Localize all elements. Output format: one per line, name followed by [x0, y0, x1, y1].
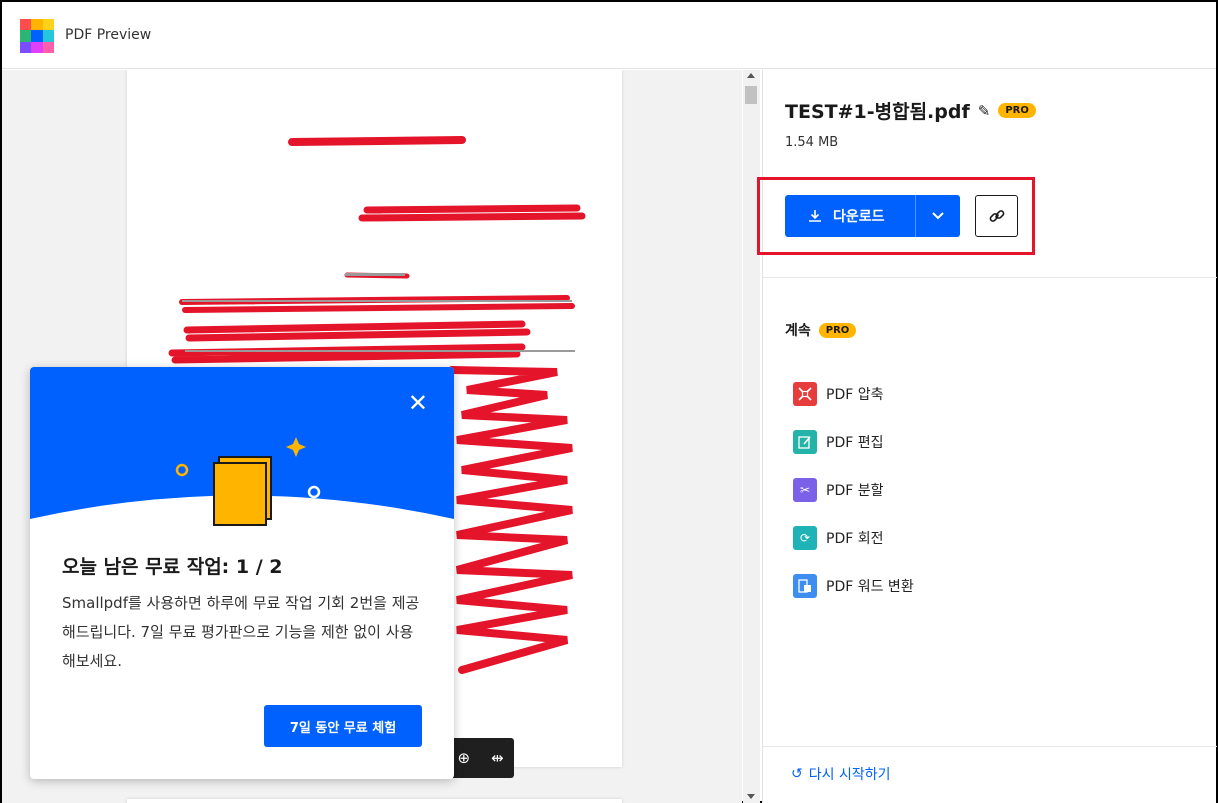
- app-header: PDF Preview: [2, 2, 1216, 69]
- scroll-thumb[interactable]: [745, 86, 757, 104]
- tool-label: PDF 편집: [826, 435, 884, 451]
- file-title-row: TEST#1-병합됨.pdf ✎ PRO: [785, 97, 1036, 124]
- tool-split[interactable]: ✂ PDF 분할: [793, 466, 914, 514]
- logo-tile: [42, 19, 54, 31]
- download-button-group: 다운로드: [785, 195, 960, 237]
- logo-tile: [20, 19, 32, 31]
- tool-label: PDF 워드 변환: [826, 579, 914, 595]
- zoom-in-icon[interactable]: ⊕: [457, 749, 470, 767]
- tool-rotate[interactable]: ⟳ PDF 회전: [793, 514, 914, 562]
- pdf-page-2: [127, 799, 622, 803]
- edit-icon: [793, 430, 817, 454]
- tool-label: PDF 회전: [826, 531, 884, 547]
- tool-compress[interactable]: PDF 압축: [793, 370, 914, 418]
- logo-tile: [42, 30, 54, 42]
- logo-tile: [31, 19, 43, 31]
- zoom-toolbar: ⊕ ⇹: [447, 738, 514, 778]
- continue-label: 계속: [785, 323, 811, 339]
- close-icon[interactable]: ✕: [408, 391, 428, 415]
- logo-tile: [20, 30, 32, 42]
- chevron-down-icon: [932, 212, 944, 220]
- tool-label: PDF 압축: [826, 387, 884, 403]
- divider: [763, 277, 1217, 278]
- download-button[interactable]: 다운로드: [785, 195, 916, 237]
- scroll-up-icon[interactable]: [747, 73, 755, 78]
- download-icon: [809, 210, 821, 222]
- free-tasks-popup: ✕ 오늘 남은 무료 작업: 1 / 2 Smallpdf를 사용하면 하루에 …: [30, 367, 454, 779]
- pro-badge: PRO: [998, 103, 1036, 118]
- app-title: PDF Preview: [65, 27, 152, 43]
- restart-link[interactable]: ↺ 다시 시작하기: [791, 764, 890, 784]
- free-trial-button[interactable]: 7일 동안 무료 체험: [264, 705, 422, 747]
- download-options-button[interactable]: [916, 195, 960, 237]
- tool-word-convert[interactable]: PDF 워드 변환: [793, 562, 914, 610]
- pro-badge: PRO: [818, 322, 857, 338]
- tool-list: PDF 압축 PDF 편집 ✂ PDF 분할 ⟳ PDF 회전 PDF 워드 변…: [793, 370, 914, 610]
- scissors-icon: ✂: [793, 478, 817, 502]
- smallpdf-logo: [20, 19, 54, 53]
- compress-icon: [793, 382, 817, 406]
- fit-width-icon[interactable]: ⇹: [491, 749, 504, 767]
- restart-icon: ↺: [791, 766, 803, 782]
- file-size: 1.54 MB: [785, 135, 839, 150]
- logo-tile: [20, 41, 32, 53]
- restart-label: 다시 시작하기: [808, 767, 891, 783]
- rotate-icon: ⟳: [793, 526, 817, 550]
- logo-tile: [31, 30, 43, 42]
- download-label: 다운로드: [833, 209, 885, 225]
- continue-header: 계속 PRO: [785, 320, 857, 340]
- file-name: TEST#1-병합됨.pdf: [785, 101, 970, 123]
- pencil-icon[interactable]: ✎: [978, 102, 991, 120]
- popup-body: Smallpdf를 사용하면 하루에 무료 작업 기회 2번을 제공해드립니다.…: [62, 594, 420, 670]
- scroll-down-icon[interactable]: [747, 794, 755, 799]
- popup-title: 오늘 남은 무료 작업: 1 / 2: [62, 556, 283, 578]
- word-convert-icon: [793, 574, 817, 598]
- tool-label: PDF 분할: [826, 483, 884, 499]
- tool-edit[interactable]: PDF 편집: [793, 418, 914, 466]
- popup-hero-illustration: [30, 367, 454, 526]
- divider: [763, 746, 1217, 747]
- link-icon: [989, 210, 1004, 222]
- logo-tile: [42, 41, 54, 53]
- share-link-button[interactable]: [975, 195, 1018, 237]
- logo-tile: [31, 41, 43, 53]
